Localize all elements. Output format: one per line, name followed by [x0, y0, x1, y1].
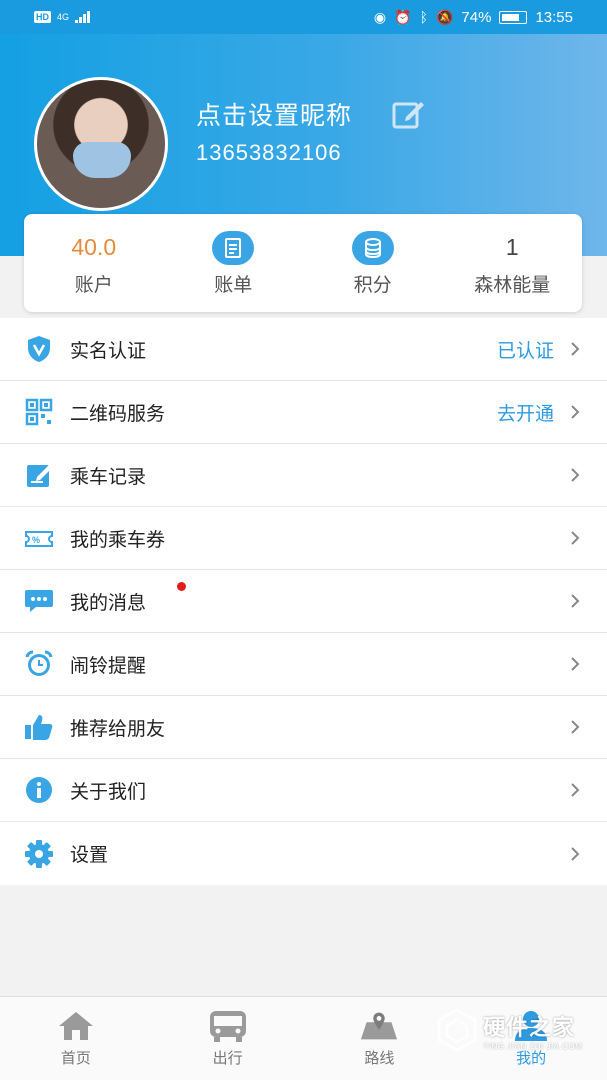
alarm-status-icon: ⏰ [394, 8, 412, 25]
activate-status: 去开通 [496, 403, 554, 425]
menu-item-alarm[interactable]: 闹铃提醒 [0, 633, 607, 696]
home-icon [56, 1009, 96, 1043]
stat-points[interactable]: 积分 [303, 214, 443, 312]
info-icon [24, 775, 54, 805]
ticket-icon: % [24, 523, 54, 553]
nav-travel[interactable]: 出行 [152, 997, 304, 1080]
nav-label: 首页 [60, 1050, 91, 1067]
nav-label: 路线 [364, 1050, 395, 1067]
stat-forest-energy[interactable]: 1 森林能量 [443, 214, 583, 312]
status-bar: HD 4G ◉ ⏰ ᛒ 🔕 74% 13:55 [0, 0, 607, 34]
menu-item-label: 推荐给朋友 [70, 718, 166, 740]
unread-dot [177, 582, 186, 591]
avatar-photo [73, 142, 131, 178]
stat-bill[interactable]: 账单 [164, 214, 304, 312]
status-right: ◉ ⏰ ᛒ 🔕 74% 13:55 [374, 9, 573, 26]
map-icon [359, 1009, 399, 1043]
clock: 13:55 [535, 8, 573, 26]
forest-energy-value: 1 [505, 234, 519, 260]
menu-item-label: 我的乘车券 [70, 529, 166, 551]
chevron-right-icon [571, 405, 580, 419]
chevron-right-icon [571, 657, 580, 671]
signal-icon [75, 11, 91, 23]
menu-item-label: 乘车记录 [70, 466, 147, 488]
chevron-right-icon [571, 342, 580, 356]
menu-item-label: 实名认证 [70, 340, 147, 362]
account-balance: 40.0 [71, 234, 117, 260]
watermark-logo-icon [437, 1008, 477, 1052]
message-icon [24, 586, 54, 616]
menu-item-label: 设置 [70, 845, 109, 866]
coin-stack-icon [351, 230, 394, 265]
menu-item-qr-service[interactable]: 二维码服务 去开通 [0, 381, 607, 444]
settings-menu: 实名认证 已认证 二维码服务 去开通 乘车记录 % 我的乘车券 我的消息 闹铃提… [0, 318, 607, 885]
battery-percent: 74% [461, 8, 492, 26]
menu-item-label: 闹铃提醒 [70, 655, 147, 677]
hd-badge: HD [34, 11, 51, 23]
network-type: 4G [57, 11, 70, 22]
menu-item-recommend[interactable]: 推荐给朋友 [0, 696, 607, 759]
stat-label: 积分 [353, 274, 392, 296]
phone-number: 13653832106 [196, 140, 342, 165]
menu-item-label: 二维码服务 [70, 403, 166, 425]
chevron-right-icon [571, 783, 580, 797]
edit-icon[interactable] [392, 99, 426, 129]
stat-account[interactable]: 40.0 账户 [24, 214, 164, 312]
shield-v-icon [24, 334, 54, 364]
alarm-icon [24, 649, 54, 679]
menu-item-about[interactable]: 关于我们 [0, 759, 607, 822]
svg-text:%: % [32, 535, 40, 545]
thumbs-up-icon [24, 712, 54, 742]
gear-icon [24, 839, 54, 869]
menu-item-ride-tickets[interactable]: % 我的乘车券 [0, 507, 607, 570]
stat-label: 森林能量 [474, 274, 551, 296]
chevron-right-icon [571, 468, 580, 482]
menu-item-label: 关于我们 [70, 781, 147, 803]
nav-home[interactable]: 首页 [0, 997, 152, 1080]
nav-routes[interactable]: 路线 [304, 997, 456, 1080]
verified-status: 已认证 [496, 340, 554, 362]
menu-item-settings[interactable]: 设置 [0, 822, 607, 885]
stat-label: 账单 [214, 274, 253, 296]
status-left: HD 4G [34, 11, 91, 23]
menu-item-messages[interactable]: 我的消息 [0, 570, 607, 633]
nickname[interactable]: 点击设置昵称 [196, 96, 352, 132]
mute-icon: 🔕 [435, 8, 454, 25]
chevron-right-icon [571, 720, 580, 734]
chevron-right-icon [571, 846, 580, 861]
watermark: 硬件之家 YING JIAN ZHI JIA.COM [437, 1008, 582, 1052]
nav-label: 出行 [212, 1050, 243, 1067]
menu-item-real-name[interactable]: 实名认证 已认证 [0, 318, 607, 381]
menu-item-label: 我的消息 [70, 592, 147, 614]
eye-icon: ◉ [373, 8, 387, 25]
avatar[interactable] [34, 77, 168, 211]
bus-icon [208, 1009, 248, 1043]
record-icon [24, 460, 54, 490]
bluetooth-icon: ᛒ [419, 9, 428, 25]
chevron-right-icon [571, 594, 580, 608]
watermark-subtitle: YING JIAN ZHI JIA.COM [483, 1041, 583, 1051]
watermark-text: 硬件之家 YING JIAN ZHI JIA.COM [483, 1010, 582, 1051]
bill-icon [212, 230, 255, 265]
watermark-title: 硬件之家 [483, 1014, 576, 1040]
qr-code-icon [24, 397, 54, 427]
menu-item-ride-records[interactable]: 乘车记录 [0, 444, 607, 507]
stats-card: 40.0 账户 账单 积分 1 森林能量 [24, 214, 582, 312]
stat-label: 账户 [74, 274, 113, 296]
chevron-right-icon [571, 531, 580, 545]
battery-icon [499, 10, 528, 24]
